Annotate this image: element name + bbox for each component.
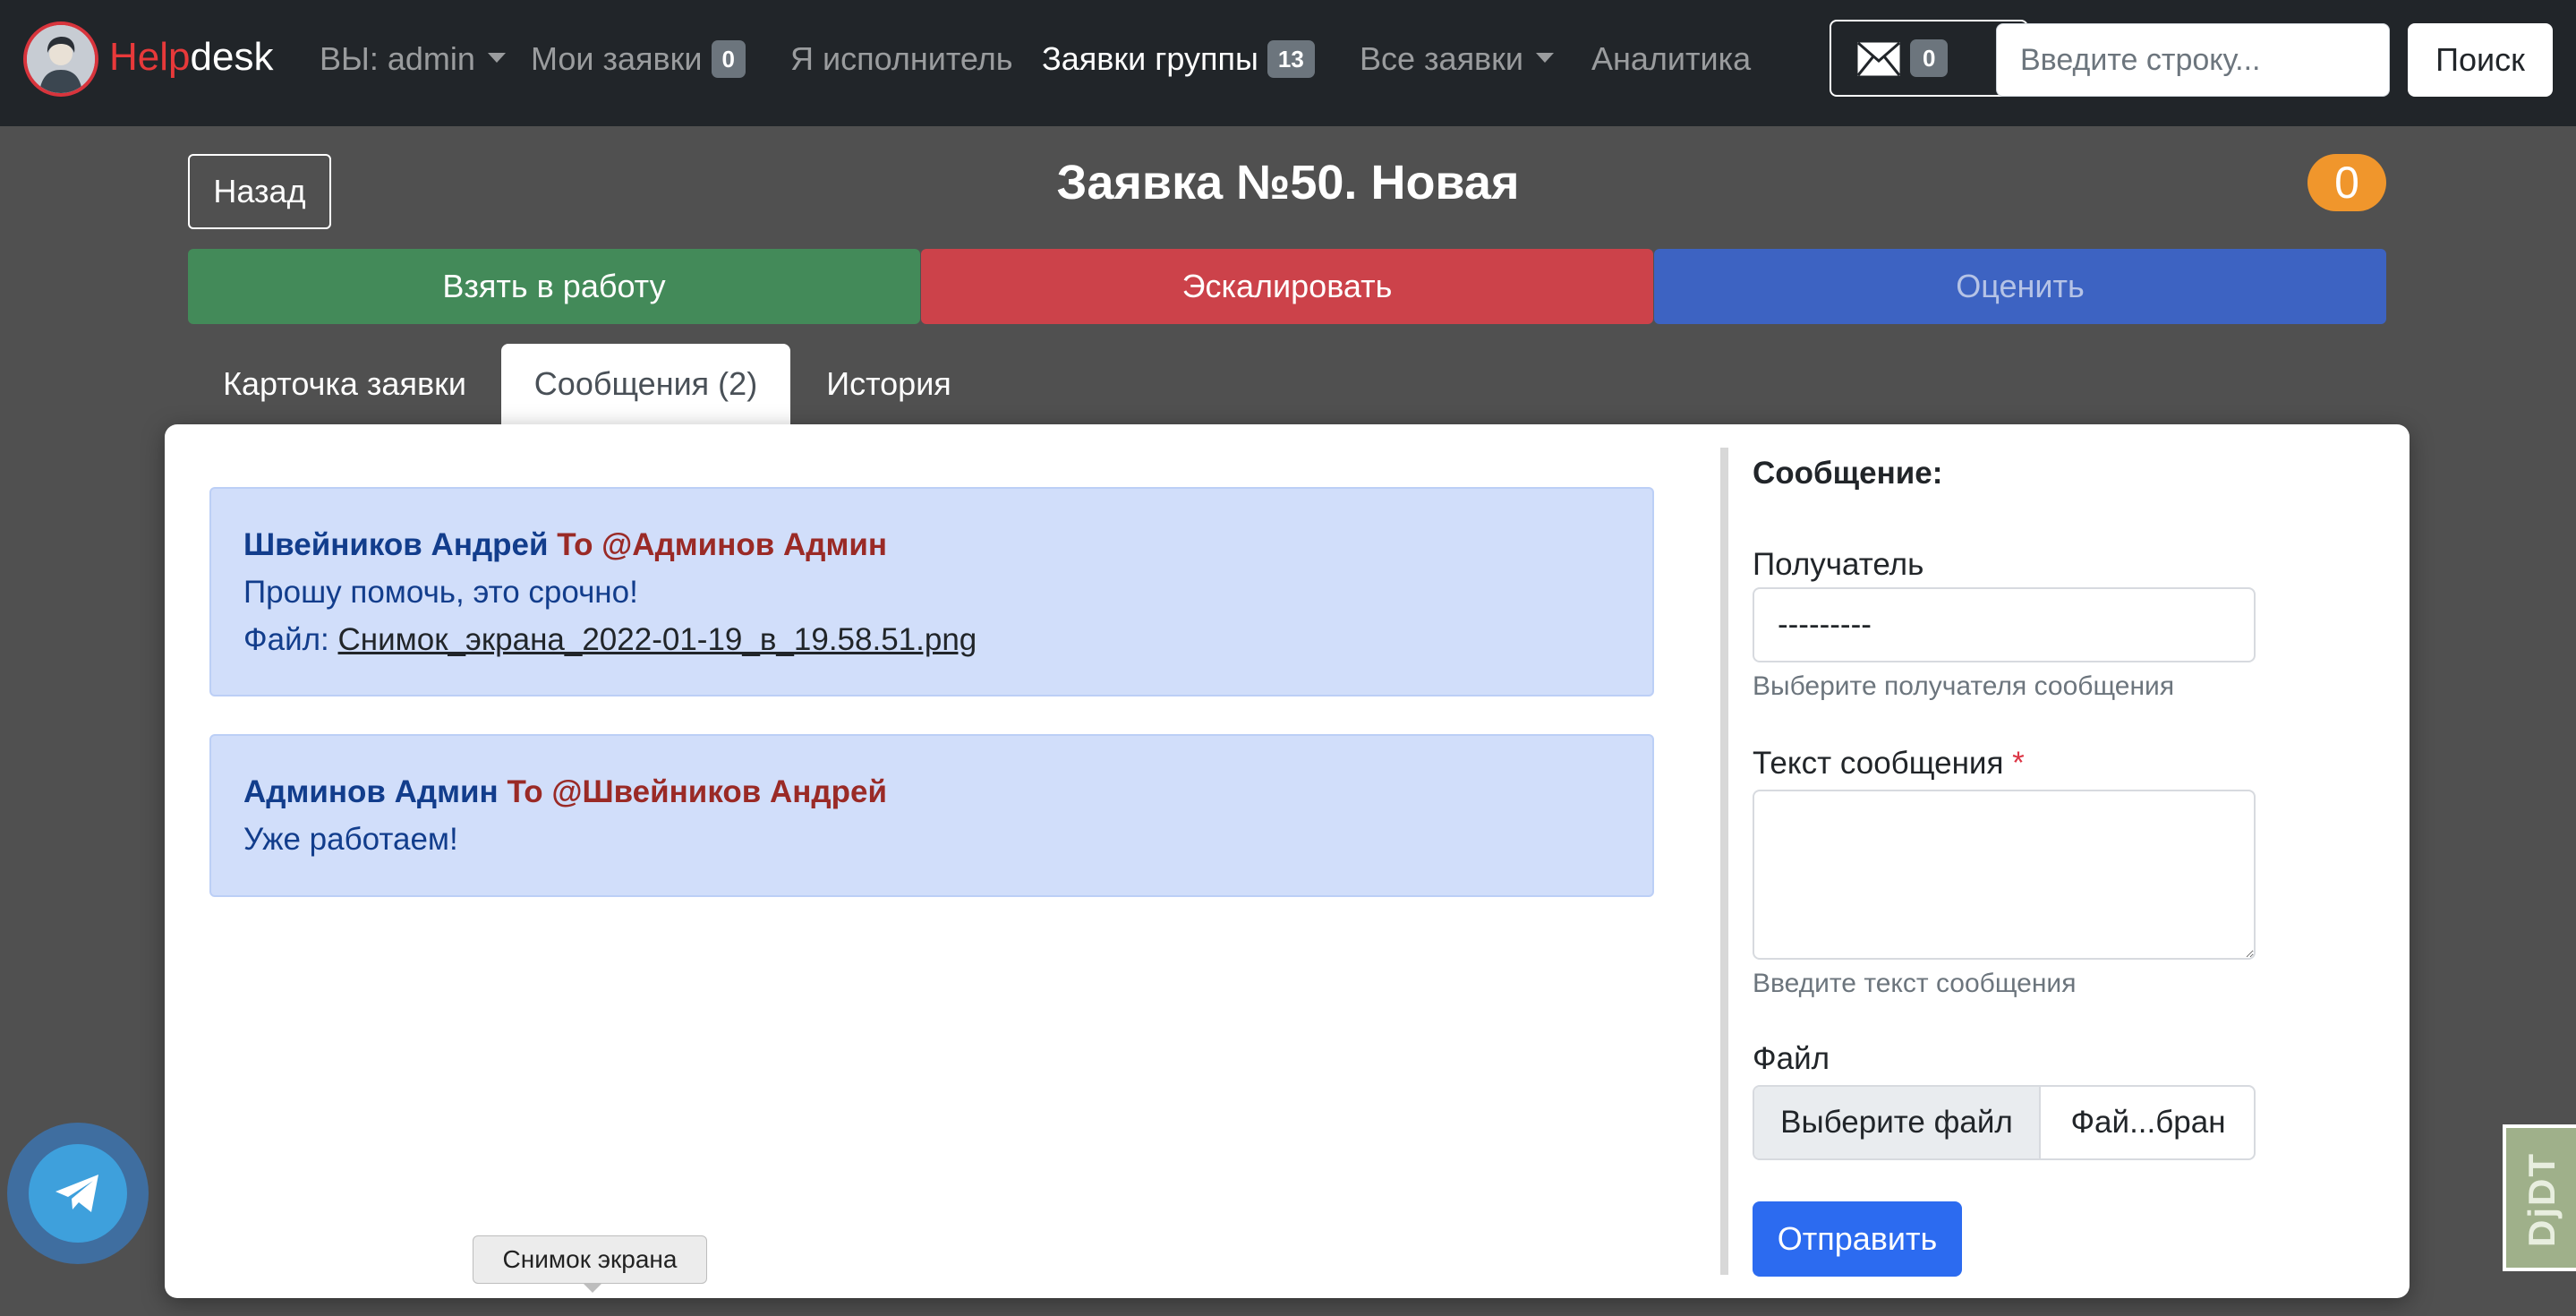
message-header: Швейников Андрей To @Админов Админ (243, 521, 1620, 568)
brand-part-desk: desk (190, 35, 274, 79)
debug-toolbar-handle[interactable]: DjDT (2503, 1124, 2576, 1271)
message-text-label-text: Текст сообщения (1753, 746, 2004, 781)
tooltip: Снимок экрана (473, 1235, 707, 1284)
nav-all-tickets-dropdown[interactable]: Все заявки (1360, 36, 1555, 82)
form-title: Сообщение: (1753, 456, 1943, 491)
message-text-label: Текст сообщения * (1753, 741, 2025, 786)
brand-logo[interactable]: Helpdesk (109, 32, 273, 82)
nav-my-tickets[interactable]: Мои заявки 0 (531, 36, 746, 82)
tab-history[interactable]: История (790, 344, 987, 424)
tab-ticket-card[interactable]: Карточка заявки (188, 344, 501, 424)
chevron-down-icon (487, 52, 506, 63)
escalate-button[interactable]: Эскалировать (921, 249, 1653, 324)
nav-executor-label: Я исполнитель (790, 40, 1013, 77)
nav-analytics[interactable]: Аналитика (1591, 36, 1751, 82)
attachment-label: Файл: (243, 622, 329, 657)
message-attachment: Файл: Снимок_экрана_2022-01-19_в_19.58.5… (243, 616, 1620, 663)
tooltip-arrow (584, 1284, 601, 1293)
messages-panel: Швейников Андрей To @Админов Админ Прошу… (165, 424, 2410, 1298)
divider (1720, 448, 1728, 1275)
message-item: Швейников Андрей To @Админов Админ Прошу… (209, 487, 1654, 696)
nav-group-tickets[interactable]: Заявки группы 13 (1042, 36, 1315, 82)
page-title: Заявка №50. Новая (1056, 156, 1520, 209)
messages-count-badge: 0 (1910, 39, 1949, 77)
message-author: Швейников Андрей (243, 527, 549, 562)
take-to-work-button[interactable]: Взять в работу (188, 249, 920, 324)
rate-button[interactable]: Оценить (1654, 249, 2386, 324)
attachment-link[interactable]: Снимок_экрана_2022-01-19_в_19.58.51.png (338, 622, 977, 657)
nav-analytics-label: Аналитика (1591, 40, 1752, 77)
recipient-select[interactable]: --------- (1753, 587, 2256, 662)
message-text: Прошу помочь, это срочно! (243, 575, 638, 610)
message-textarea[interactable] (1753, 790, 2256, 960)
message-text: Уже работаем! (243, 822, 458, 857)
nav-user-label: ВЫ: admin (320, 40, 475, 77)
file-input[interactable]: Выберите файл Фай...бран (1753, 1085, 2256, 1160)
search-button[interactable]: Поиск (2408, 23, 2553, 97)
message-text-hint: Введите текст сообщения (1753, 969, 2077, 998)
send-button[interactable]: Отправить (1753, 1201, 1962, 1277)
nav-user-dropdown[interactable]: ВЫ: admin (320, 36, 506, 82)
debug-toolbar-label: DjDT (2521, 1152, 2563, 1247)
rating-badge: 0 (2307, 154, 2386, 211)
count-badge: 0 (711, 40, 746, 79)
nav-my-tickets-label: Мои заявки (531, 40, 703, 77)
count-badge: 13 (1267, 40, 1315, 79)
message-item: Админов Админ To @Швейников Андрей Уже р… (209, 734, 1654, 897)
file-label: Файл (1753, 1041, 1830, 1076)
recipient-select-value: --------- (1778, 607, 1872, 642)
nav-all-tickets-label: Все заявки (1360, 40, 1524, 77)
message-recipient: To @Швейников Андрей (507, 774, 887, 809)
chevron-down-icon (1536, 52, 1555, 63)
message-author: Админов Админ (243, 774, 499, 809)
search-input[interactable] (1996, 23, 2390, 97)
tab-messages[interactable]: Сообщения (2) (501, 344, 790, 424)
recipient-label: Получатель (1753, 547, 1924, 582)
file-status: Фай...бран (2070, 1105, 2226, 1140)
envelope-icon (1856, 41, 1901, 76)
top-navbar: Helpdesk ВЫ: admin Мои заявки 0 Я исполни… (0, 0, 2576, 126)
recipient-hint: Выберите получателя сообщения (1753, 671, 2175, 701)
telegram-button[interactable] (7, 1123, 149, 1264)
required-marker: * (2012, 746, 2025, 781)
user-avatar-icon[interactable] (23, 21, 98, 97)
choose-file-button[interactable]: Выберите файл (1754, 1087, 2041, 1158)
telegram-icon (29, 1144, 127, 1243)
message-recipient: To @Админов Админ (557, 527, 887, 562)
message-header: Админов Админ To @Швейников Андрей (243, 768, 1620, 816)
brand-part-help: Help (109, 35, 191, 79)
nav-group-tickets-label: Заявки группы (1042, 40, 1258, 77)
nav-executor[interactable]: Я исполнитель (790, 36, 1013, 82)
